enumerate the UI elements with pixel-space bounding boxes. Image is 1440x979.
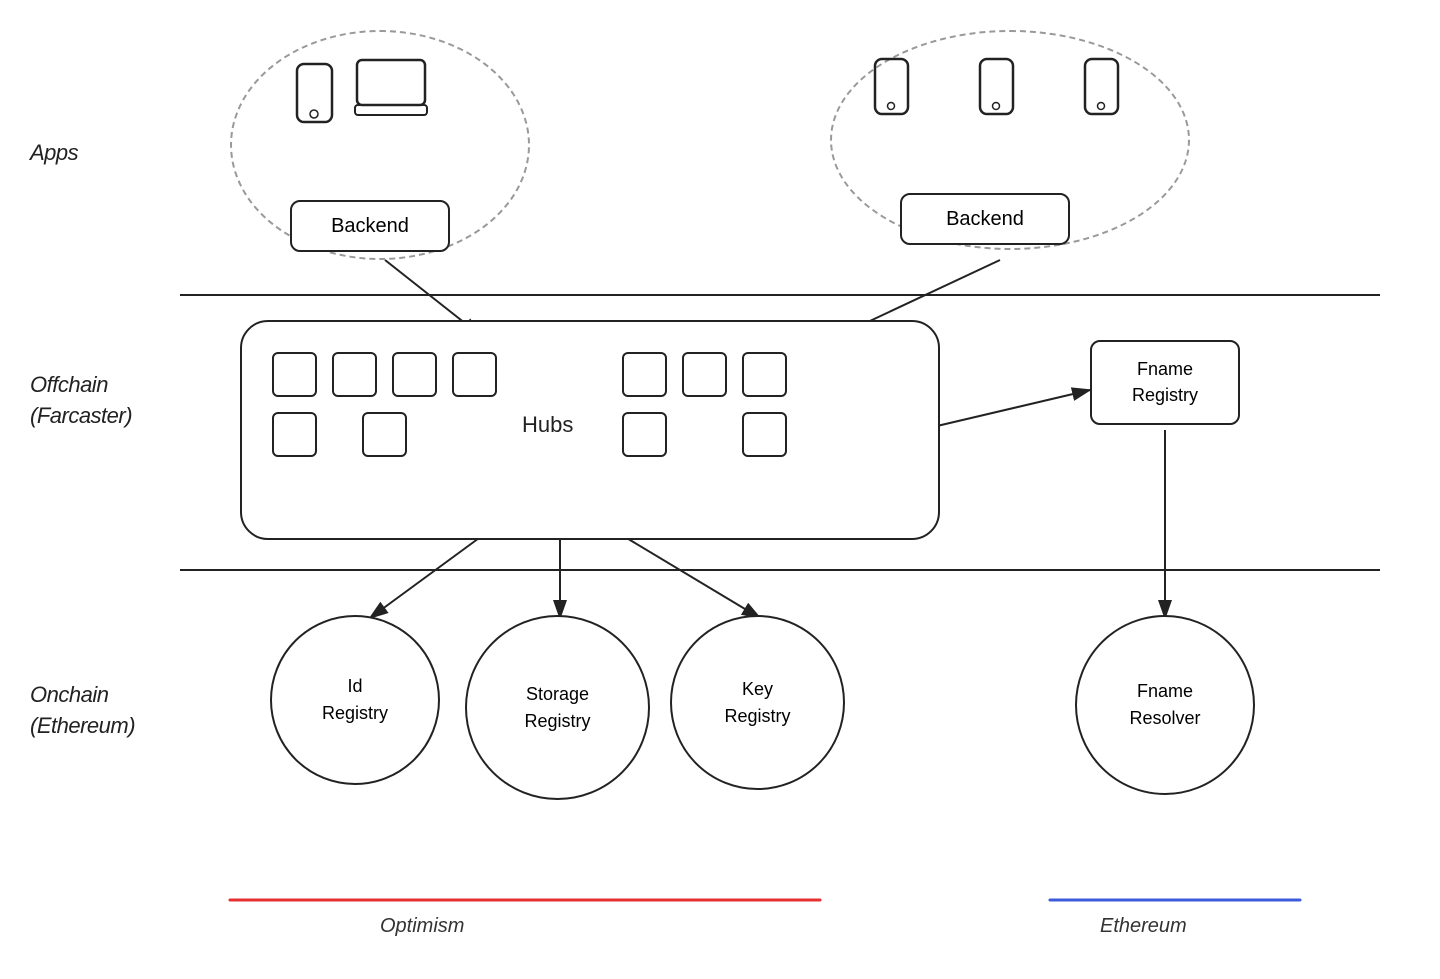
apps-label: Apps: [30, 140, 78, 166]
key-registry-circle: Key Registry: [670, 615, 845, 790]
hubs-label: Hubs: [522, 412, 573, 438]
onchain-label: Onchain(Ethereum): [30, 680, 135, 742]
id-registry-circle: Id Registry: [270, 615, 440, 785]
phone-icon-2: [872, 57, 912, 127]
storage-registry-circle: Storage Registry: [465, 615, 650, 800]
ethereum-label: Ethereum: [1100, 915, 1187, 938]
hub-sq-4: [452, 352, 497, 397]
backend-box-right: Backend: [900, 193, 1070, 245]
laptop-icon: [352, 57, 432, 122]
hub-sq-11: [742, 412, 787, 457]
diagram-container: Apps Offchain(Farcaster) Onchain(Ethereu…: [0, 0, 1440, 979]
fname-resolver-circle: Fname Resolver: [1075, 615, 1255, 795]
hub-sq-7: [622, 352, 667, 397]
hub-sq-8: [682, 352, 727, 397]
hub-sq-10: [622, 412, 667, 457]
phone-icon-1: [292, 62, 337, 137]
hub-sq-6: [362, 412, 407, 457]
hub-sq-1: [272, 352, 317, 397]
hub-sq-5: [272, 412, 317, 457]
hub-sq-3: [392, 352, 437, 397]
hub-sq-9: [742, 352, 787, 397]
fname-registry-box: Fname Registry: [1090, 340, 1240, 425]
hubs-rect: Hubs: [240, 320, 940, 540]
phone-icon-4: [1082, 57, 1122, 127]
hub-sq-2: [332, 352, 377, 397]
phone-icon-3: [977, 57, 1017, 127]
offchain-label: Offchain(Farcaster): [30, 370, 132, 432]
optimism-label: Optimism: [380, 915, 464, 938]
backend-box-left: Backend: [290, 200, 450, 252]
